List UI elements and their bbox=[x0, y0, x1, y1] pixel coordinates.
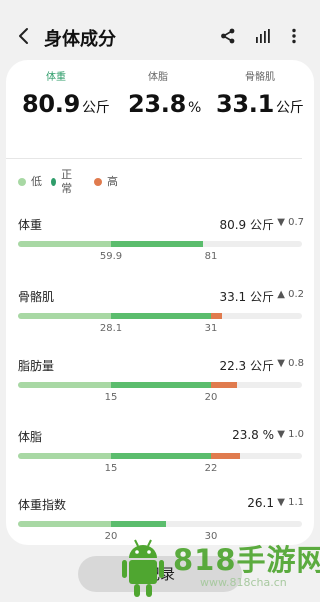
legend-low: 低 bbox=[18, 175, 42, 189]
row-fat-mass[interactable]: 脂肪量 22.3 公斤 ▼ 0.8 15 20 bbox=[18, 357, 304, 405]
divider bbox=[6, 158, 302, 159]
legend-normal: 正常 bbox=[51, 168, 75, 195]
tick-high: 22 bbox=[204, 463, 218, 474]
tick-low: 20 bbox=[104, 531, 118, 542]
metric-label: 体脂 bbox=[148, 72, 168, 83]
summary-metrics: 体重 80.9 公斤 体脂 23.8% 骨骼肌 33.1 公斤 bbox=[6, 60, 314, 120]
row-skeletal-muscle[interactable]: 骨骼肌 33.1 公斤 ▲ 0.2 28.1 31 bbox=[18, 288, 304, 336]
row-label: 骨骼肌 bbox=[18, 290, 55, 304]
row-value: 23.8 % bbox=[232, 428, 274, 442]
metric-value: 80.9 公斤 bbox=[22, 90, 110, 118]
share-icon[interactable] bbox=[219, 27, 237, 45]
bar-low-segment bbox=[18, 453, 111, 459]
bar-high-segment bbox=[211, 313, 223, 319]
legend-dot bbox=[18, 178, 26, 186]
row-label: 体重指数 bbox=[18, 498, 67, 512]
range-bar bbox=[18, 453, 302, 459]
row-weight[interactable]: 体重 80.9 公斤 ▼ 0.7 59.9 81 bbox=[18, 216, 304, 264]
row-change: ▼ 1.0 bbox=[277, 429, 304, 440]
bar-chart-icon[interactable] bbox=[254, 27, 272, 45]
range-bar bbox=[18, 241, 302, 247]
row-value: 26.1 bbox=[247, 496, 274, 510]
body-composition-card: 体重 80.9 公斤 体脂 23.8% 骨骼肌 33.1 公斤 低 正常 高 体重 … bbox=[6, 60, 314, 545]
row-value: 33.1 公斤 bbox=[219, 290, 274, 304]
tick-low: 59.9 bbox=[99, 251, 123, 262]
metric-body-fat[interactable]: 体脂 23.8% bbox=[108, 60, 208, 120]
row-change: ▼ 1.1 bbox=[277, 497, 304, 508]
range-bar bbox=[18, 382, 302, 388]
tick-low: 15 bbox=[104, 463, 118, 474]
page-title: 身体成分 bbox=[44, 29, 116, 50]
tick-low: 28.1 bbox=[99, 323, 123, 334]
row-label: 体重 bbox=[18, 218, 43, 232]
tick-high: 81 bbox=[204, 251, 218, 262]
bar-low-segment bbox=[18, 241, 111, 247]
row-label: 脂肪量 bbox=[18, 359, 55, 373]
android-watermark-icon bbox=[122, 539, 164, 597]
range-bar bbox=[18, 313, 302, 319]
bar-normal-segment bbox=[111, 521, 166, 527]
bar-normal-segment bbox=[111, 313, 211, 319]
bar-normal-segment bbox=[111, 241, 203, 247]
watermark-text: 818手游网 bbox=[173, 543, 320, 577]
metric-skeletal-muscle[interactable]: 骨骼肌 33.1 公斤 bbox=[210, 60, 310, 120]
bar-normal-segment bbox=[111, 382, 211, 388]
back-arrow-icon[interactable] bbox=[16, 26, 32, 46]
tick-high: 20 bbox=[204, 392, 218, 403]
metric-value: 33.1 公斤 bbox=[216, 90, 304, 118]
range-bar bbox=[18, 521, 302, 527]
bar-normal-segment bbox=[111, 453, 211, 459]
legend-dot bbox=[51, 178, 57, 186]
watermark-url: www.818cha.cn bbox=[200, 576, 287, 589]
row-change: ▼ 0.7 bbox=[277, 217, 304, 228]
tick-high: 31 bbox=[204, 323, 218, 334]
legend-dot bbox=[94, 178, 102, 186]
row-body-fat[interactable]: 体脂 23.8 % ▼ 1.0 15 22 bbox=[18, 428, 304, 476]
tick-low: 15 bbox=[104, 392, 118, 403]
metric-value: 23.8% bbox=[128, 90, 202, 118]
bar-low-segment bbox=[18, 521, 111, 527]
bar-low-segment bbox=[18, 313, 111, 319]
bar-high-segment bbox=[211, 453, 240, 459]
row-change: ▼ 0.8 bbox=[277, 358, 304, 369]
metric-label: 骨骼肌 bbox=[245, 72, 275, 83]
metric-weight[interactable]: 体重 80.9 公斤 bbox=[6, 60, 110, 120]
row-value: 80.9 公斤 bbox=[219, 218, 274, 232]
row-value: 22.3 公斤 bbox=[219, 359, 274, 373]
row-label: 体脂 bbox=[18, 430, 43, 444]
metric-label: 体重 bbox=[46, 72, 66, 83]
bar-high-segment bbox=[211, 382, 237, 388]
row-change: ▲ 0.2 bbox=[277, 289, 304, 300]
legend-high: 高 bbox=[94, 175, 118, 189]
more-vertical-icon[interactable] bbox=[285, 27, 303, 45]
app-header: 身体成分 bbox=[0, 0, 320, 68]
bar-low-segment bbox=[18, 382, 111, 388]
